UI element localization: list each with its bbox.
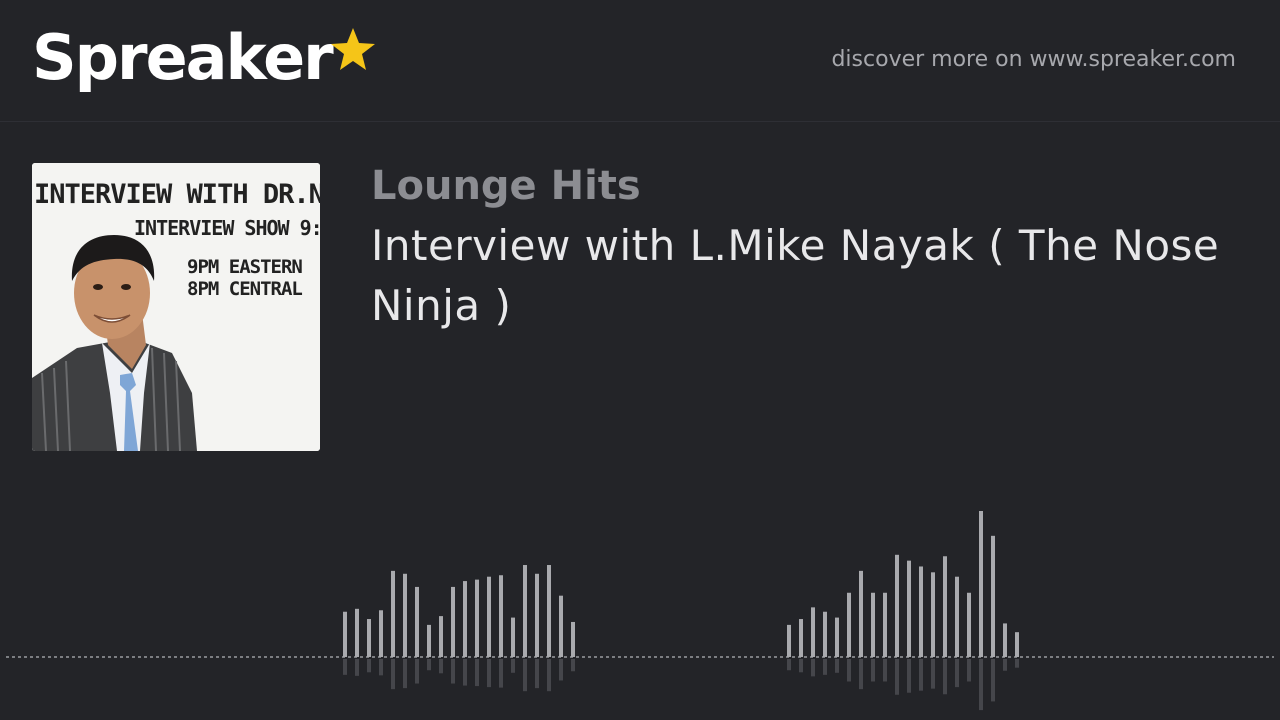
waveform-bar-reflection	[415, 659, 419, 684]
waveform-bar-reflection	[871, 659, 875, 682]
waveform-bar	[931, 572, 935, 657]
waveform-bar	[979, 511, 983, 657]
waveform-bar	[919, 566, 923, 657]
waveform-bar	[871, 592, 875, 657]
waveform-bar	[547, 565, 551, 657]
waveform-bar	[823, 611, 827, 657]
show-title[interactable]: Lounge Hits	[371, 160, 641, 212]
waveform-bar-reflection	[427, 659, 431, 671]
waveform-bar	[1015, 632, 1019, 657]
waveform-bar	[943, 556, 947, 657]
waveform-bar-reflection	[511, 659, 515, 673]
waveform-bar-reflection	[931, 659, 935, 689]
waveform-bar	[487, 576, 491, 657]
waveform-bar	[463, 581, 467, 657]
spreaker-logo[interactable]: Spreaker	[32, 22, 376, 102]
waveform-bar-reflection	[475, 659, 479, 687]
episode-title: Interview with L.Mike Nayak ( The Nose N…	[371, 221, 1220, 330]
waveform-bar	[883, 592, 887, 657]
waveform-bar-reflection	[811, 659, 815, 677]
cover-text-line: 8PM CENTRAL	[187, 278, 303, 300]
episode-cover-image: INTERVIEW WITH DR.NAY INTERVIEW SHOW 9:0…	[32, 163, 320, 451]
waveform-bar	[427, 624, 431, 657]
waveform-bar	[439, 616, 443, 657]
waveform-bar-reflection	[391, 659, 395, 690]
waveform-bar-reflection	[979, 659, 983, 711]
waveform-bar-reflection	[907, 659, 911, 693]
waveform-bar-reflection	[439, 659, 443, 674]
waveform-bar	[535, 573, 539, 657]
waveform-bar-reflection	[895, 659, 899, 695]
discover-link[interactable]: discover more on www.spreaker.com	[831, 46, 1236, 74]
waveform-bar	[559, 595, 563, 657]
waveform-bar-reflection	[367, 659, 371, 673]
waveform-bar	[895, 554, 899, 657]
waveform-bar	[523, 565, 527, 657]
star-icon	[330, 28, 375, 70]
cover-text-line: INTERVIEW SHOW 9:00	[134, 216, 320, 240]
waveform-bar-reflection	[571, 659, 575, 672]
waveform-bar-reflection	[919, 659, 923, 691]
waveform-bar-reflection	[379, 659, 383, 676]
waveform-bar-reflection	[847, 659, 851, 682]
audio-waveform[interactable]	[0, 500, 1280, 720]
waveform-bar	[367, 619, 371, 657]
waveform-bar	[343, 611, 347, 657]
waveform-bar	[811, 607, 815, 657]
waveform-bar-reflection	[955, 659, 959, 688]
waveform-bar-reflection	[823, 659, 827, 675]
waveform-bar-reflection	[859, 659, 863, 690]
waveform-bar	[379, 610, 383, 657]
waveform-bar	[859, 570, 863, 657]
waveform-bar	[835, 617, 839, 657]
waveform-bar	[391, 570, 395, 657]
waveform-bar-reflection	[1015, 659, 1019, 668]
waveform-bar	[1003, 623, 1007, 657]
waveform-bar-reflection	[547, 659, 551, 692]
waveform-bar	[451, 586, 455, 657]
waveform-bar-reflection	[487, 659, 491, 688]
header-bar: Spreaker discover more on www.spreaker.c…	[0, 0, 1280, 122]
waveform-bar-reflection	[343, 659, 347, 675]
waveform-bar-reflection	[967, 659, 971, 682]
waveform-bar-reflection	[523, 659, 527, 692]
waveform-bar-reflection	[787, 659, 791, 671]
waveform-bar	[967, 592, 971, 657]
waveform-bar	[355, 608, 359, 657]
waveform-bar	[799, 619, 803, 657]
waveform-bar	[907, 560, 911, 657]
waveform-bar	[415, 586, 419, 657]
logo-text: Spreaker	[32, 21, 334, 94]
waveform-bar	[475, 579, 479, 657]
waveform-bar-reflection	[799, 659, 803, 673]
cover-text-line: 9PM EASTERN	[187, 256, 303, 278]
waveform-bar	[403, 573, 407, 657]
waveform-bar-reflection	[835, 659, 839, 673]
waveform-bar	[787, 624, 791, 657]
waveform-bar	[499, 575, 503, 657]
waveform-bar-reflection	[403, 659, 407, 689]
waveform-bar	[955, 576, 959, 657]
waveform-bar-reflection	[559, 659, 563, 681]
player-page: Spreaker discover more on www.spreaker.c…	[0, 0, 1280, 720]
waveform-bar	[511, 617, 515, 657]
waveform-bar-reflection	[883, 659, 887, 682]
waveform-bar-reflection	[943, 659, 947, 695]
waveform-bar-reflection	[991, 659, 995, 702]
waveform-bar-reflection	[499, 659, 503, 688]
waveform-bar	[571, 621, 575, 657]
waveform-bar-reflection	[355, 659, 359, 676]
waveform-bar-reflection	[463, 659, 467, 686]
waveform-bar-reflection	[451, 659, 455, 684]
cover-text-line: INTERVIEW WITH DR.NAY	[34, 179, 320, 210]
waveform-bar-reflection	[1003, 659, 1007, 671]
waveform-bar	[991, 535, 995, 657]
waveform-bar-reflection	[535, 659, 539, 689]
waveform-bar	[847, 592, 851, 657]
